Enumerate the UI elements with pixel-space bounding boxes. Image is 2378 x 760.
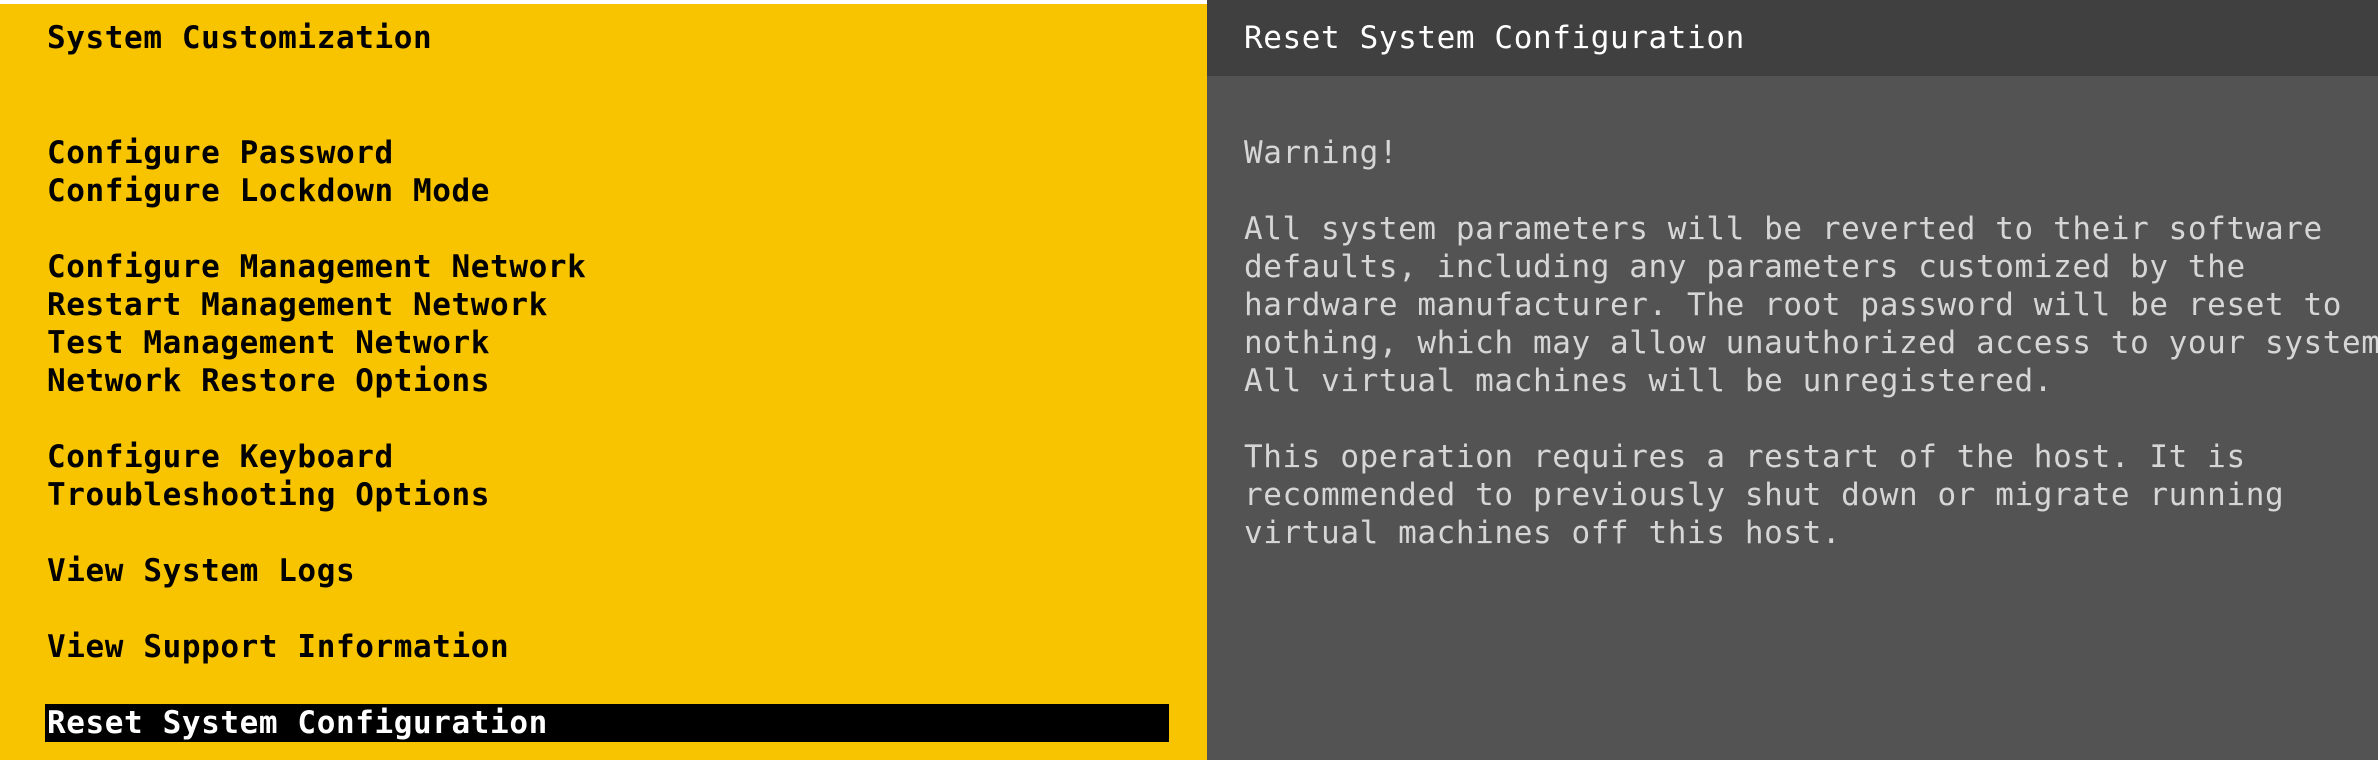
menu-item-troubleshooting-options[interactable]: Troubleshooting Options [47, 476, 490, 514]
menu-item-view-system-logs[interactable]: View System Logs [47, 552, 355, 590]
warning-line-2: defaults, including any parameters custo… [1244, 249, 2246, 285]
customization-menu: Configure Password Configure Lockdown Mo… [45, 0, 1169, 742]
menu-item-network-restore-options[interactable]: Network Restore Options [47, 362, 490, 400]
menu-item-configure-management-network[interactable]: Configure Management Network [47, 248, 586, 286]
menu-item-restart-management-network[interactable]: Restart Management Network [47, 286, 548, 324]
warning-line-5: All virtual machines will be unregistere… [1244, 363, 2054, 399]
system-customization-pane: System Customization Configure Password … [0, 0, 1207, 760]
warning-line-4: nothing, which may allow unauthorized ac… [1244, 325, 2378, 361]
detail-title: Reset System Configuration [1244, 20, 1745, 56]
restart-note-line-2: recommended to previously shut down or m… [1244, 477, 2285, 513]
warning-line-1: All system parameters will be reverted t… [1244, 211, 2323, 247]
warning-heading: Warning! [1244, 135, 1399, 171]
menu-item-reset-system-configuration[interactable]: Reset System Configuration [45, 704, 1169, 742]
menu-item-test-management-network[interactable]: Test Management Network [47, 324, 490, 362]
menu-item-view-support-information[interactable]: View Support Information [47, 628, 509, 666]
warning-line-3: hardware manufacturer. The root password… [1244, 287, 2343, 323]
restart-note-line-3: virtual machines off this host. [1244, 515, 1842, 551]
menu-item-configure-password[interactable]: Configure Password [47, 134, 394, 172]
dcui-screen: System Customization Configure Password … [0, 0, 2378, 760]
restart-note-line-1: This operation requires a restart of the… [1244, 439, 2246, 475]
detail-pane: Reset System Configuration Warning! All … [1207, 0, 2378, 760]
menu-item-configure-lockdown-mode[interactable]: Configure Lockdown Mode [47, 172, 490, 210]
menu-item-configure-keyboard[interactable]: Configure Keyboard [47, 438, 394, 476]
